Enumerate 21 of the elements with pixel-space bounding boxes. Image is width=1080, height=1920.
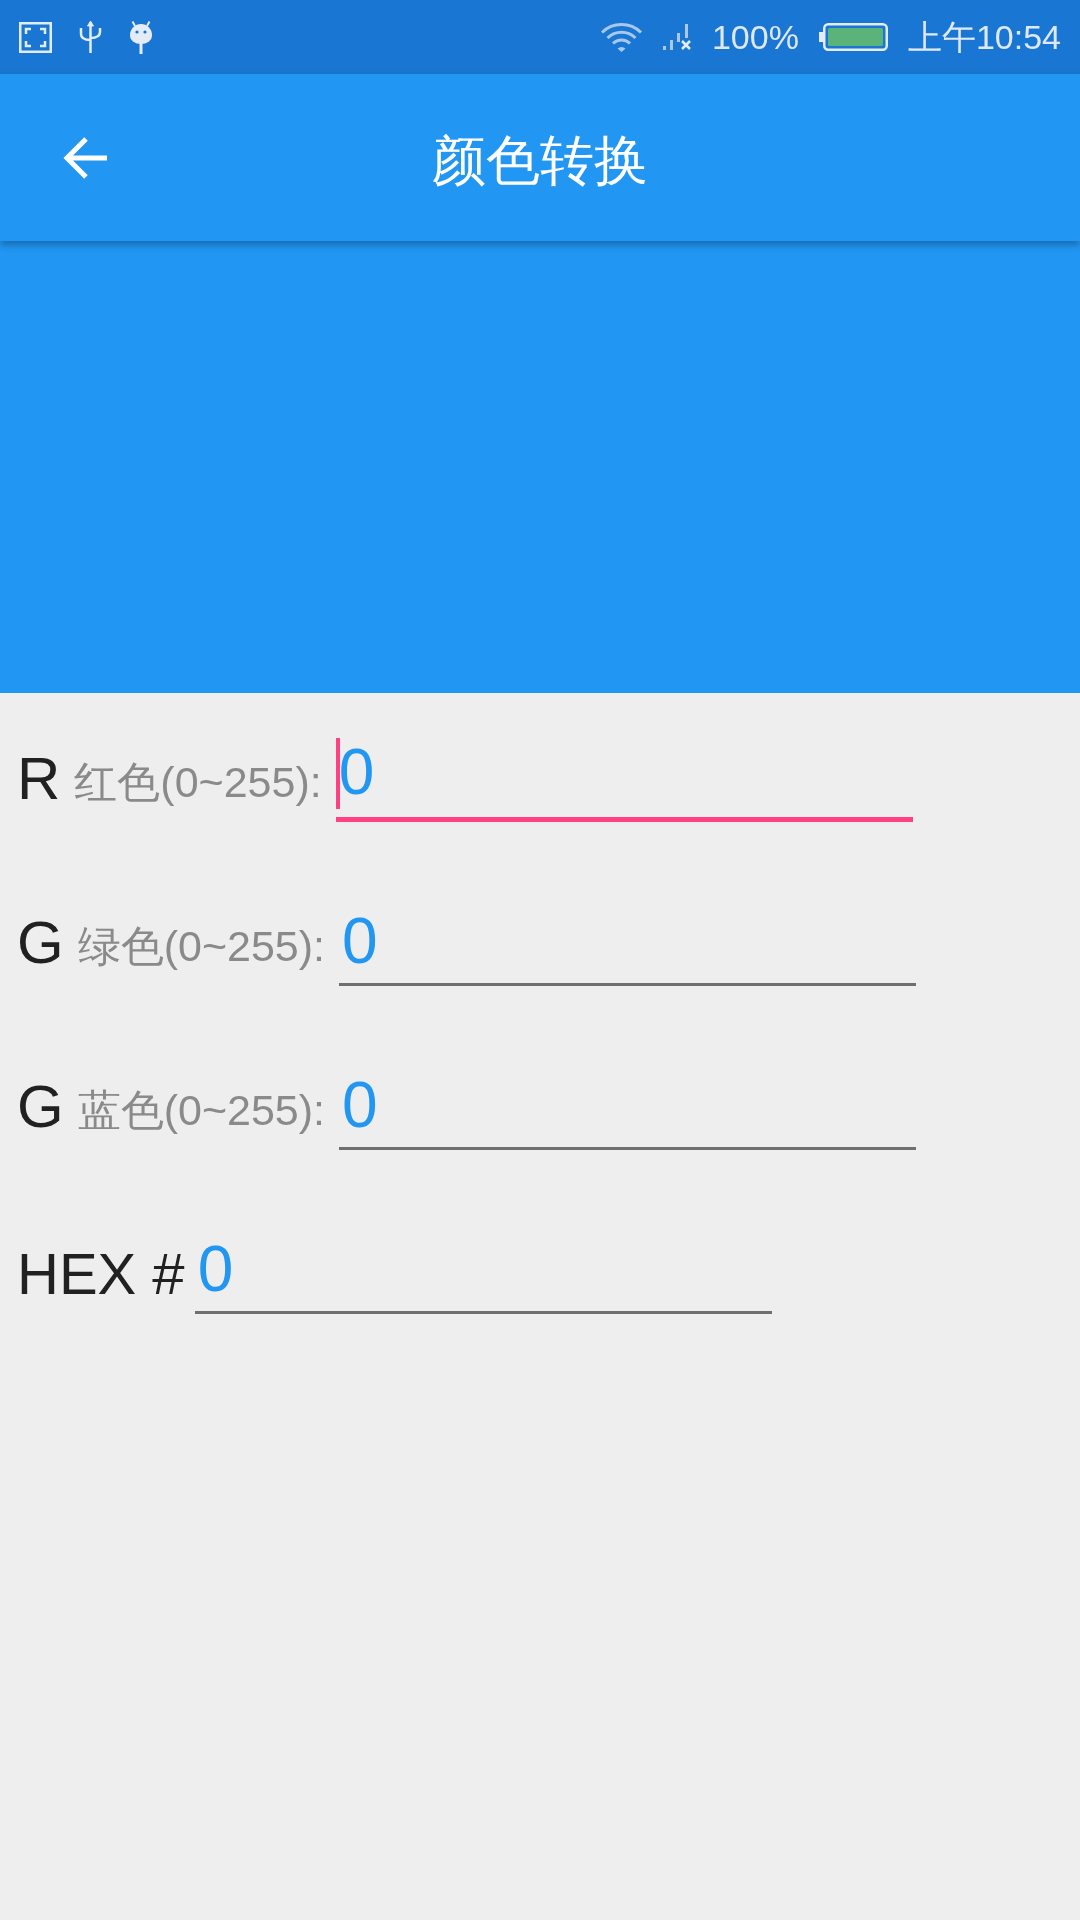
input-field[interactable]: 0 xyxy=(339,1066,917,1150)
text-cursor-icon xyxy=(335,738,340,809)
robot-head-icon xyxy=(129,20,153,54)
input-field[interactable]: 0 xyxy=(339,902,917,986)
wifi-icon xyxy=(599,22,643,52)
hex-label: HEX # xyxy=(17,1245,185,1303)
screenshot-icon xyxy=(19,21,52,53)
battery-icon xyxy=(818,23,888,51)
channel-letter: G xyxy=(17,913,64,973)
input-field[interactable]: 0 xyxy=(194,1230,772,1314)
channel-letter: G xyxy=(17,1077,64,1137)
range-label: 绿色(0~255): xyxy=(77,925,326,968)
input-field[interactable]: 0 xyxy=(335,738,913,822)
channel-letter: R xyxy=(17,749,61,809)
usb-icon xyxy=(78,20,103,54)
signal-icon xyxy=(662,24,692,50)
range-label: 蓝色(0~255): xyxy=(77,1089,326,1132)
clock-time: 上午10:54 xyxy=(907,20,1061,54)
page-title: 颜色转换 xyxy=(432,129,648,193)
range-label: 红色(0~255): xyxy=(74,761,322,804)
battery-percent: 100% xyxy=(711,20,799,54)
